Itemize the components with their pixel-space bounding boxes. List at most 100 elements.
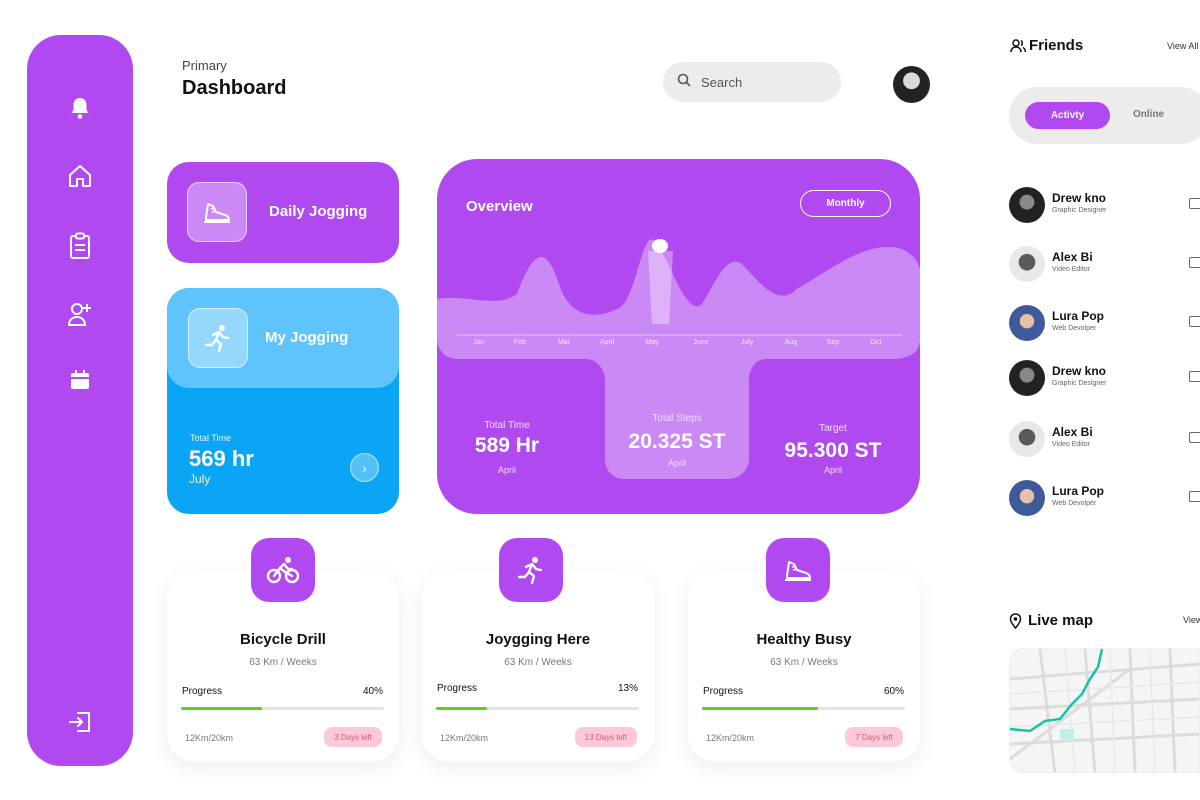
progress-fill <box>436 707 487 710</box>
chevron-right-icon[interactable]: › <box>350 453 379 482</box>
activity-distance: 12Km/20km <box>185 733 234 743</box>
mail-icon[interactable] <box>1189 257 1200 268</box>
sidebar <box>27 35 133 766</box>
month-label: Feb <box>513 339 527 346</box>
activity-distance: 12Km/20km <box>440 733 489 743</box>
friend-role: Web Devolper <box>1052 500 1097 507</box>
shoe-icon[interactable] <box>766 538 830 602</box>
clipboard-icon[interactable] <box>65 231 95 261</box>
activity-subtitle: 63 Km / Weeks <box>249 657 317 668</box>
friend-role: Graphic Designer <box>1052 207 1107 214</box>
month-label: July <box>740 339 754 346</box>
stat-label: Target <box>819 423 847 434</box>
friend-item[interactable]: Drew kno Graphic Designer <box>1009 360 1200 398</box>
add-user-icon[interactable] <box>65 299 95 329</box>
activity-title: Bicycle Drill <box>240 631 326 648</box>
overview-card: Overview Monthly Jan Feb Mar April May J… <box>437 159 920 514</box>
progress-fill <box>181 707 263 710</box>
tab-online[interactable]: Online <box>1133 109 1164 120</box>
month-label: Jan <box>473 339 485 346</box>
daily-jogging-card[interactable]: Daily Jogging <box>167 162 399 263</box>
avatar <box>1009 421 1045 457</box>
breadcrumb: Primary <box>182 58 227 73</box>
activity-subtitle: 63 Km / Weeks <box>770 657 838 668</box>
month-label: Mar <box>557 339 571 346</box>
logout-icon[interactable] <box>65 707 95 737</box>
shoe-icon <box>187 182 247 242</box>
stat-sub: April <box>667 458 687 468</box>
progress-percent: 60% <box>883 686 904 697</box>
stat-label: Total Steps <box>652 413 702 424</box>
friend-item[interactable]: Lura Pop Web Devolper <box>1009 305 1200 343</box>
activity-title: Healthy Busy <box>756 631 852 648</box>
progress-percent: 40% <box>362 686 383 697</box>
bell-icon[interactable] <box>65 93 95 123</box>
avatar[interactable] <box>893 66 930 103</box>
progress-bar <box>181 707 384 710</box>
avatar <box>1009 480 1045 516</box>
friend-name: Alex Bi <box>1052 425 1093 439</box>
avatar <box>1009 187 1045 223</box>
bicycle-icon[interactable] <box>251 538 315 602</box>
friends-title: Friends <box>1029 37 1084 54</box>
friend-name: Drew kno <box>1052 364 1107 378</box>
month-label: May <box>645 339 659 346</box>
tab-activity[interactable]: Activty <box>1025 102 1110 129</box>
friend-role: Web Devolper <box>1052 325 1097 332</box>
stat-value: 589 Hr <box>474 434 540 457</box>
stat-value: 20.325 ST <box>628 430 726 453</box>
period-dropdown[interactable]: Monthly <box>800 190 891 217</box>
mail-icon[interactable] <box>1189 432 1200 443</box>
home-icon[interactable] <box>65 161 95 191</box>
month-label: Aug <box>784 339 798 346</box>
stat-value: 95.300 ST <box>784 439 882 462</box>
total-time-value: 569 hr <box>189 446 254 471</box>
progress-label: Progress <box>182 686 223 697</box>
days-left-badge: 3 Days left <box>324 727 382 747</box>
live-map[interactable] <box>1009 648 1200 773</box>
stat-sub: April <box>823 465 843 475</box>
avatar <box>1009 360 1045 396</box>
friend-item[interactable]: Alex Bi Video Editor <box>1009 421 1200 459</box>
friend-role: Video Editor <box>1052 266 1091 273</box>
location-pin-icon <box>1009 613 1022 634</box>
friend-name: Lura Pop <box>1052 309 1105 323</box>
runner-icon <box>188 308 248 368</box>
friend-name: Lura Pop <box>1052 484 1105 498</box>
my-jogging-card[interactable]: My Jogging Total Time 569 hr July › <box>167 288 399 514</box>
page-title: Dashboard <box>182 77 287 99</box>
runner-icon[interactable] <box>499 538 563 602</box>
progress-bar <box>436 707 639 710</box>
mail-icon[interactable] <box>1189 198 1200 209</box>
view-all-link[interactable]: View All <box>1167 41 1198 51</box>
friend-name: Drew kno <box>1052 191 1107 205</box>
friend-item[interactable]: Lura Pop Web Devolper <box>1009 480 1200 518</box>
search-bar[interactable]: Search <box>663 62 841 102</box>
map-view-link[interactable]: View <box>1183 615 1200 625</box>
overview-title: Overview <box>466 198 533 215</box>
month-label: June <box>693 339 709 346</box>
live-map-title: Live map <box>1028 612 1094 629</box>
progress-fill <box>702 707 818 710</box>
search-icon <box>677 73 691 92</box>
mail-icon[interactable] <box>1189 371 1200 382</box>
search-input[interactable]: Search <box>701 75 742 90</box>
friend-name: Alex Bi <box>1052 250 1093 264</box>
stat-label: Total Time <box>484 420 530 431</box>
total-time-label: Total Time <box>190 433 232 443</box>
friend-role: Video Editor <box>1052 441 1091 448</box>
friend-item[interactable]: Drew kno Graphic Designer <box>1009 187 1200 225</box>
friends-icon <box>1010 39 1027 58</box>
avatar <box>1009 305 1045 341</box>
progress-label: Progress <box>437 683 478 694</box>
month-label: Oct <box>870 339 882 346</box>
calendar-icon[interactable] <box>65 365 95 395</box>
progress-percent: 13% <box>617 683 638 694</box>
my-jogging-label: My Jogging <box>265 329 349 346</box>
progress-bar <box>702 707 905 710</box>
friends-tab-toggle: Activty Online <box>1009 87 1200 144</box>
mail-icon[interactable] <box>1189 491 1200 502</box>
days-left-badge: 13 Days left <box>574 727 637 747</box>
mail-icon[interactable] <box>1189 316 1200 327</box>
friend-item[interactable]: Alex Bi Video Editor <box>1009 246 1200 284</box>
